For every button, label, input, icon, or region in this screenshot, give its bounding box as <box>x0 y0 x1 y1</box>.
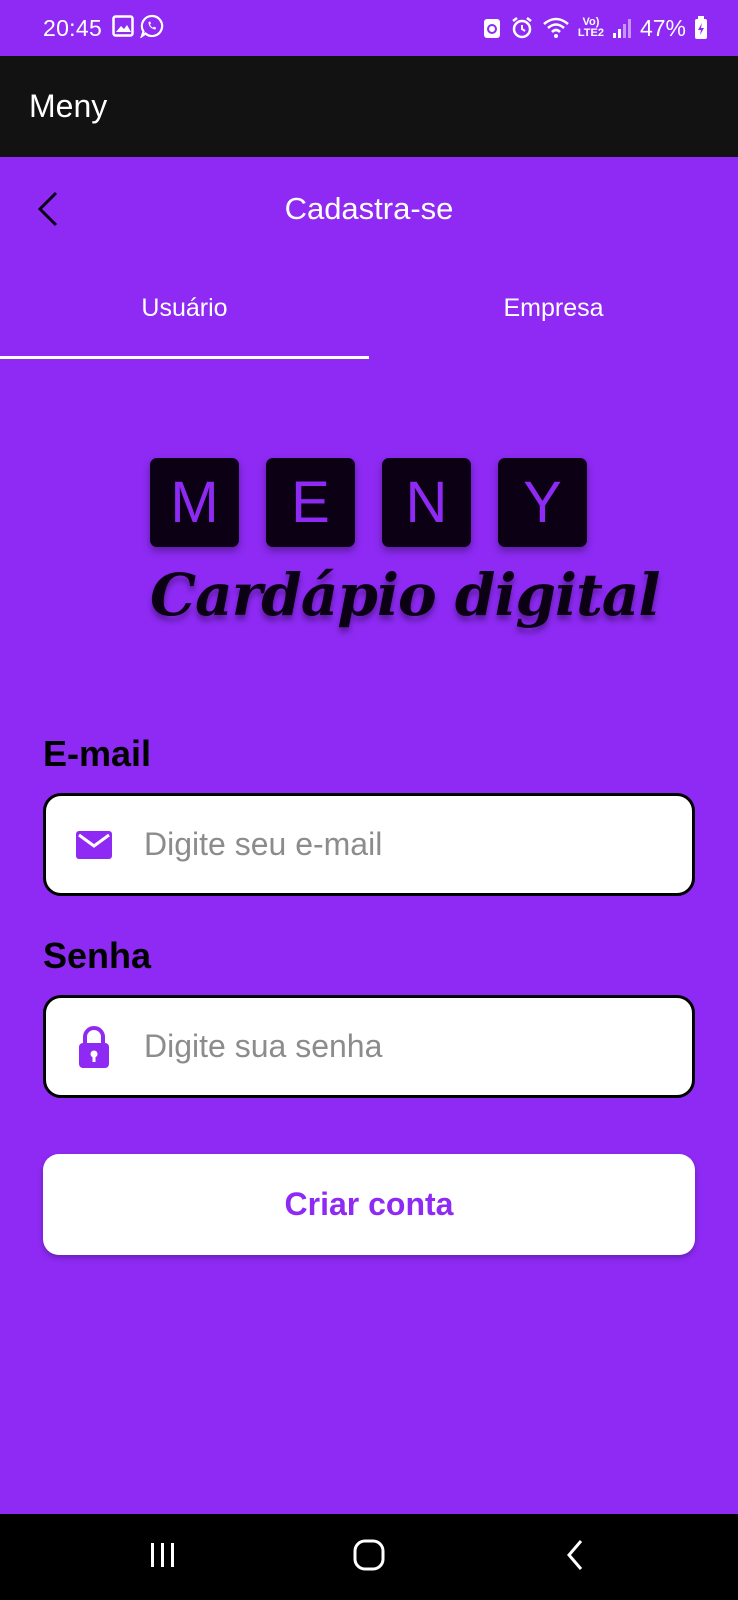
email-field[interactable] <box>144 826 664 863</box>
logo-tile: N <box>382 458 471 547</box>
logo-tile: E <box>266 458 355 547</box>
system-nav-bar <box>0 1514 738 1600</box>
app-bar: Meny <box>0 56 738 157</box>
back-icon <box>563 1538 587 1577</box>
status-bar: 20:45 Vo) LTE2 47% <box>0 0 738 56</box>
password-field[interactable] <box>144 1028 664 1065</box>
tab-empresa[interactable]: Empresa <box>369 270 738 360</box>
battery-icon <box>694 16 708 40</box>
logo-subtitle: Cardápio digital <box>150 561 660 629</box>
wifi-icon <box>542 16 570 40</box>
tab-indicator <box>0 356 369 359</box>
lock-icon <box>74 1025 114 1068</box>
status-time: 20:45 <box>43 14 103 41</box>
password-field-container[interactable] <box>43 995 695 1098</box>
alarm-icon <box>510 16 534 40</box>
whatsapp-icon <box>139 14 164 43</box>
recycle-icon <box>482 16 502 40</box>
logo-tiles: M E N Y <box>150 458 590 547</box>
tab-usuario[interactable]: Usuário <box>0 270 369 360</box>
battery-percent: 47% <box>639 14 686 41</box>
home-icon <box>352 1538 386 1577</box>
home-button[interactable] <box>344 1534 394 1580</box>
logo: M E N Y Cardápio digital <box>150 458 660 638</box>
create-account-button[interactable]: Criar conta <box>43 1154 695 1255</box>
recents-icon <box>148 1541 178 1574</box>
logo-tile: M <box>150 458 239 547</box>
page-title: Cadastra-se <box>284 191 454 226</box>
page-header: Cadastra-se <box>0 157 738 261</box>
email-label: E-mail <box>43 733 152 774</box>
mail-icon <box>74 825 114 865</box>
nav-back-button[interactable] <box>550 1534 600 1580</box>
recents-button[interactable] <box>138 1534 188 1580</box>
email-field-container[interactable] <box>43 793 695 896</box>
signal-icon <box>612 17 632 39</box>
logo-tile: Y <box>498 458 587 547</box>
volte-icon: Vo) LTE2 <box>577 16 604 39</box>
password-label: Senha <box>43 935 152 976</box>
tab-bar: Usuário Empresa <box>0 270 738 360</box>
gallery-icon <box>112 14 134 42</box>
app-title: Meny <box>29 88 108 124</box>
